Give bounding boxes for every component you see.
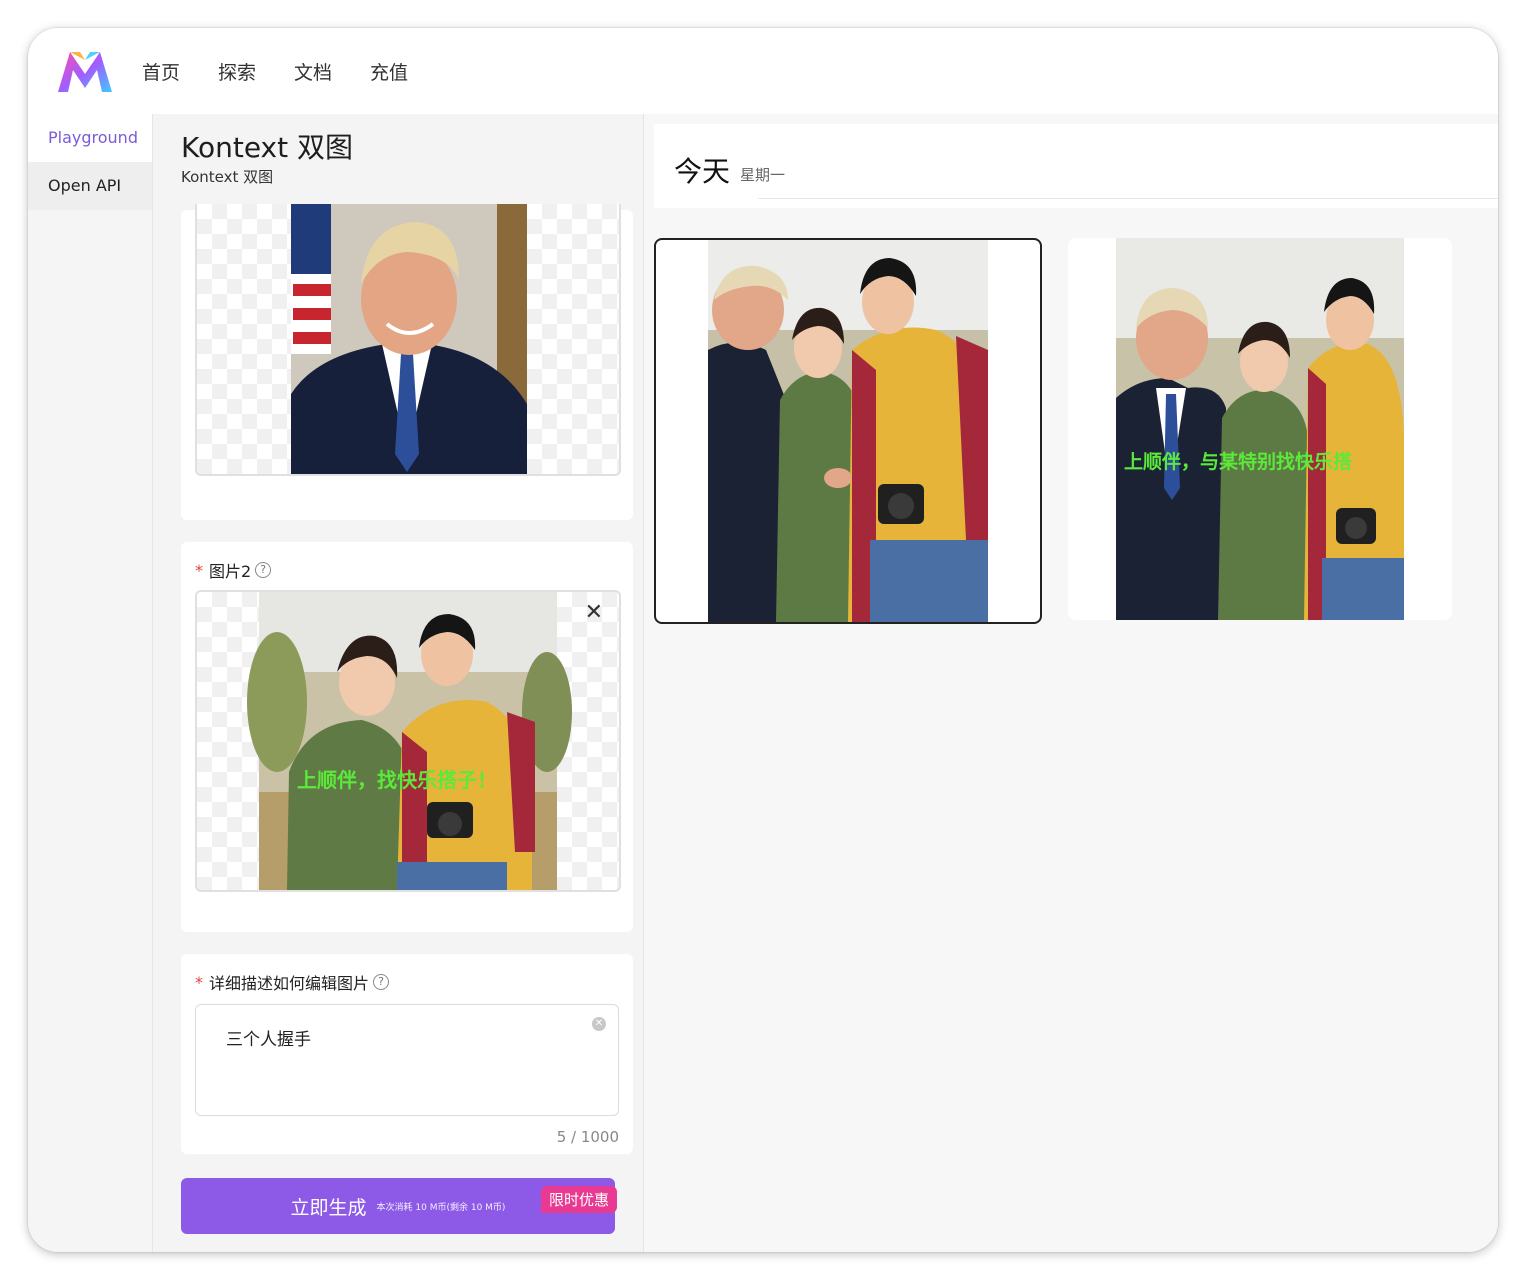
top-navbar: 首页 探索 文档 充值 <box>28 28 1498 114</box>
question-icon[interactable]: ? <box>255 562 272 578</box>
sidebar-item-playground[interactable]: Playground <box>28 114 152 162</box>
prompt-value: 三个人握手 <box>226 1030 311 1050</box>
form-panel: Kontext 双图 Kontext 双图 * 图片2 ? 上顺伴，找快乐搭子！… <box>153 114 644 1252</box>
app-window: 首页 探索 文档 充值 Playground Open API Kontext … <box>28 28 1498 1252</box>
page-subtitle: Kontext 双图 <box>181 168 274 186</box>
nav-explore[interactable]: 探索 <box>218 58 256 85</box>
generate-cost: 本次消耗 10 M币(剩余 10 M币) <box>376 1202 506 1213</box>
weekday-label: 星期一 <box>740 166 786 184</box>
image2-photo: 上顺伴，找快乐搭子！ <box>247 592 572 890</box>
prompt-label-text: 详细描述如何编辑图片 <box>209 974 370 993</box>
close-icon[interactable]: ✕ <box>585 602 603 624</box>
image2-overlay-text: 上顺伴，找快乐搭子！ <box>297 768 497 792</box>
result-photo-1 <box>708 240 988 622</box>
result2-overlay-text: 上顺伴，与某特别找快乐搭 <box>1124 450 1353 473</box>
result-image-2[interactable]: 上顺伴，与某特别找快乐搭 <box>1068 238 1452 620</box>
required-mark: * <box>195 560 203 580</box>
question-icon[interactable]: ? <box>373 974 390 990</box>
sidebar-item-open-api[interactable]: Open API <box>28 162 152 210</box>
nav-home[interactable]: 首页 <box>142 58 180 85</box>
clear-icon[interactable]: ✕ <box>592 1017 606 1031</box>
promo-badge: 限时优惠 <box>541 1186 618 1213</box>
main-nav: 首页 探索 文档 充值 <box>142 58 408 85</box>
prompt-label: * 详细描述如何编辑图片 ? <box>195 970 390 994</box>
date-header: 今天 星期一 <box>654 124 1498 208</box>
result-photo-2: 上顺伴，与某特别找快乐搭 <box>1116 238 1404 620</box>
image2-upload-preview[interactable]: 上顺伴，找快乐搭子！ ✕ <box>195 590 621 892</box>
generate-label: 立即生成 <box>290 1196 367 1219</box>
nav-recharge[interactable]: 充值 <box>370 58 408 85</box>
image2-card: * 图片2 ? 上顺伴，找快乐搭子！ ✕ <box>181 542 633 932</box>
sidebar: Playground Open API <box>28 114 153 1252</box>
date-label: 今天 <box>674 155 731 188</box>
prompt-card: * 详细描述如何编辑图片 ? 三个人握手 ✕ 5 / 1000 <box>181 954 633 1154</box>
page-title: Kontext 双图 <box>181 131 354 164</box>
char-counter: 5 / 1000 <box>556 1128 619 1146</box>
brand-logo[interactable] <box>56 48 114 94</box>
image2-label: * 图片2 ? <box>195 558 272 582</box>
image1-card <box>181 204 633 520</box>
image1-portrait <box>291 204 527 474</box>
required-mark: * <box>195 972 203 992</box>
divider <box>758 198 1498 199</box>
results-panel: 今天 星期一 上顺伴，与某特别找快乐搭 <box>644 114 1498 1252</box>
result-image-1[interactable] <box>654 238 1042 624</box>
image2-label-text: 图片2 <box>209 562 252 581</box>
prompt-textarea[interactable]: 三个人握手 ✕ <box>195 1004 619 1116</box>
nav-docs[interactable]: 文档 <box>294 58 332 85</box>
image1-upload-preview[interactable] <box>195 204 621 476</box>
